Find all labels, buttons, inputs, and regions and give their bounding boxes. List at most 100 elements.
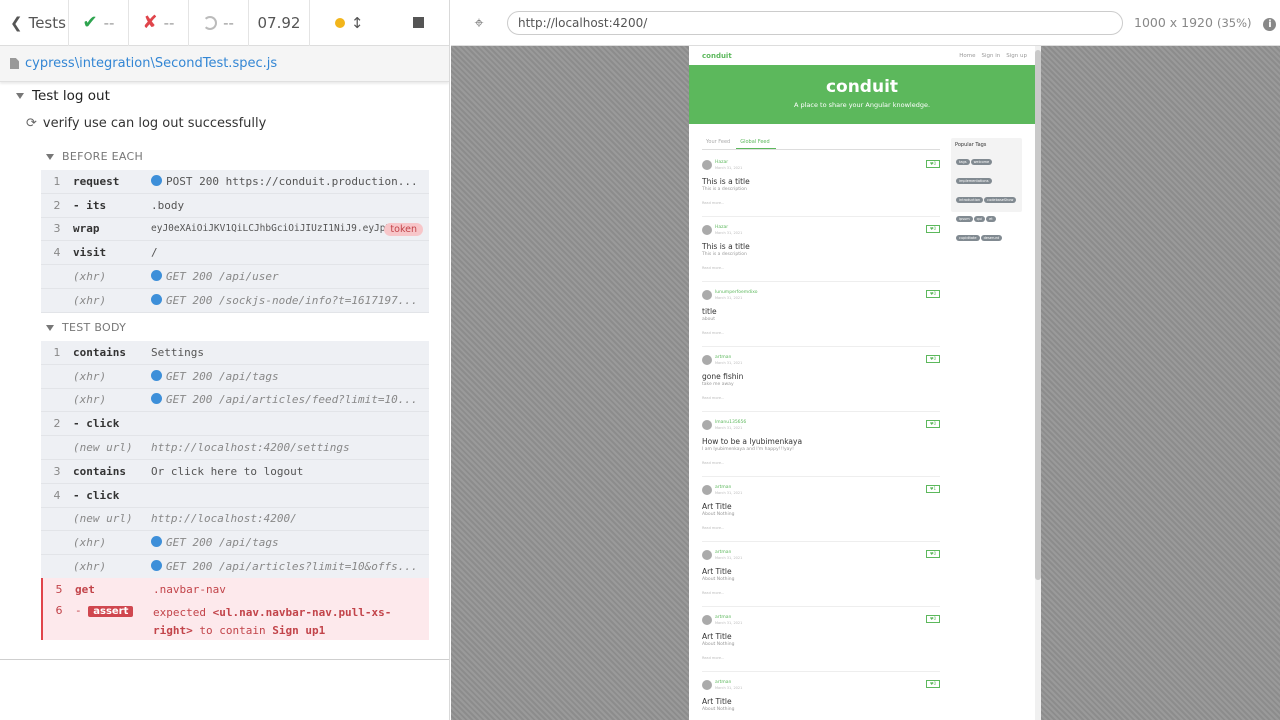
article-author[interactable]: artman bbox=[715, 615, 731, 620]
command-row[interactable]: (xhr) GET 200 /api/articles/feed?limit=10… bbox=[41, 389, 429, 413]
article-title[interactable]: Art Title bbox=[702, 632, 732, 641]
avatar[interactable] bbox=[702, 420, 712, 430]
like-button[interactable]: ♥0 bbox=[926, 420, 940, 428]
command-row[interactable]: (xhr) GET 200 /sockjs-node/info?t=1617197… bbox=[41, 289, 429, 313]
article-title[interactable]: Art Title bbox=[702, 697, 732, 706]
avatar[interactable] bbox=[702, 355, 712, 365]
conduit-nav-link[interactable]: Home bbox=[959, 53, 975, 59]
avatar[interactable] bbox=[702, 290, 712, 300]
file-icon bbox=[10, 58, 19, 69]
info-icon[interactable]: i bbox=[1263, 17, 1277, 31]
article-date: March 31, 2021 bbox=[715, 296, 743, 300]
article-title[interactable]: Art Title bbox=[702, 567, 732, 576]
tag-pill[interactable]: deserunt bbox=[980, 235, 1003, 241]
like-button[interactable]: ♥0 bbox=[926, 680, 940, 688]
tag-pill[interactable]: tags bbox=[956, 159, 970, 165]
command-row[interactable]: 1 request POST 200 https://conduit.product… bbox=[41, 170, 429, 194]
selector-playground-crosshair-icon[interactable]: ⌖ bbox=[451, 13, 507, 33]
command-row[interactable]: (new url) http://localhost:4200/ bbox=[41, 508, 429, 532]
command-row[interactable]: (xhr) GET 200 /api/tags bbox=[41, 365, 429, 389]
read-more-link[interactable]: Read more... bbox=[702, 591, 724, 595]
tab-global-feed[interactable]: Global Feed bbox=[736, 134, 776, 149]
article-preview: lmanu135656 March 31, 2021 ♥0 How to be a l… bbox=[702, 412, 940, 477]
article-author[interactable]: lmanu135656 bbox=[715, 420, 746, 425]
tag-pill[interactable]: welcome bbox=[970, 159, 993, 165]
avatar[interactable] bbox=[702, 160, 712, 170]
like-button[interactable]: ♥0 bbox=[926, 290, 940, 298]
command-row[interactable]: 1 contains Settings bbox=[41, 341, 429, 365]
article-title[interactable]: This is a title bbox=[702, 177, 750, 186]
conduit-brand[interactable]: conduit bbox=[702, 52, 732, 60]
spec-path-link[interactable]: cypress\integration\SecondTest.spec.js bbox=[25, 56, 277, 71]
hook-header-before-each[interactable]: BEFORE EACH bbox=[46, 150, 143, 163]
command-row[interactable]: (xhr) GET 200 /api/articles?limit=10&offs… bbox=[41, 555, 429, 579]
command-number: 6 bbox=[55, 603, 63, 617]
read-more-link[interactable]: Read more... bbox=[702, 396, 724, 400]
like-button[interactable]: ♥0 bbox=[926, 550, 940, 558]
read-more-link[interactable]: Read more... bbox=[702, 656, 724, 660]
test-title[interactable]: ⟳ verify use can log out successfully bbox=[26, 116, 266, 131]
article-author[interactable]: artman bbox=[715, 355, 731, 360]
read-more-link[interactable]: Read more... bbox=[702, 461, 724, 465]
conduit-nav-link[interactable]: Sign up bbox=[1006, 53, 1027, 59]
article-title[interactable]: gone fishin bbox=[702, 372, 743, 381]
suite-title-text: Test log out bbox=[32, 88, 110, 104]
command-row[interactable]: 3 contains Or click here to logout bbox=[41, 460, 429, 484]
article-title[interactable]: Art Title bbox=[702, 502, 732, 511]
tag-pill[interactable]: introduction bbox=[956, 197, 984, 203]
tag-pill[interactable]: codebaseShow bbox=[984, 197, 1017, 203]
avatar[interactable] bbox=[702, 550, 712, 560]
conduit-nav-link[interactable]: Sign in bbox=[982, 53, 1001, 59]
tag-pill[interactable]: et bbox=[986, 216, 996, 222]
command-row[interactable]: 2 - its .body bbox=[41, 194, 429, 218]
like-button[interactable]: ♥0 bbox=[926, 160, 940, 168]
article-title[interactable]: This is a title bbox=[702, 242, 750, 251]
command-row[interactable]: 4 - click bbox=[41, 484, 429, 508]
tag-pill[interactable]: implementations bbox=[956, 178, 992, 184]
like-button[interactable]: ♥0 bbox=[926, 355, 940, 363]
command-row-get[interactable]: 5 get .navbar-nav bbox=[43, 578, 429, 602]
command-row[interactable]: (new url) http://localhost:4200/settings bbox=[41, 436, 429, 460]
like-button[interactable]: ♥0 bbox=[926, 225, 940, 233]
chevron-left-icon: ❮ bbox=[10, 13, 23, 32]
article-author[interactable]: artman bbox=[715, 680, 731, 685]
avatar[interactable] bbox=[702, 485, 712, 495]
article-title[interactable]: How to be a lyubimenkaya bbox=[702, 437, 802, 446]
command-row[interactable]: 2 - click bbox=[41, 412, 429, 437]
article-author[interactable]: lunumperfoemdixo bbox=[715, 290, 758, 295]
command-message: Or click here to logout bbox=[151, 465, 429, 478]
auto-scroll-toggle[interactable]: ↕ bbox=[334, 14, 363, 32]
tests-button[interactable]: ❮ Tests bbox=[0, 0, 69, 46]
scrollbar-thumb[interactable] bbox=[1035, 50, 1041, 580]
suite-title[interactable]: Test log out bbox=[16, 88, 110, 104]
command-row[interactable]: 3 wrap eyJ0eXAiOiJKV1QiLCJhbGciOiJIUzI1NiJ… bbox=[41, 218, 429, 242]
tag-pill[interactable]: ipsum bbox=[956, 216, 973, 222]
article-author[interactable]: artman bbox=[715, 485, 731, 490]
tab-your-feed[interactable]: Your Feed bbox=[702, 134, 736, 149]
article-author[interactable]: Hazar bbox=[715, 225, 728, 230]
command-row-assert[interactable]: 6 - assert expected <ul.nav.navbar-nav.p… bbox=[43, 602, 429, 646]
popular-tags-sidebar: Popular Tags tags welcomeimplementationsi… bbox=[951, 138, 1022, 241]
article-author[interactable]: Hazar bbox=[715, 160, 728, 165]
read-more-link[interactable]: Read more... bbox=[702, 201, 724, 205]
command-row[interactable]: 4 visit / bbox=[41, 241, 429, 266]
read-more-link[interactable]: Read more... bbox=[702, 526, 724, 530]
like-button[interactable]: ♥0 bbox=[926, 615, 940, 623]
tag-pill[interactable]: cupiditate bbox=[956, 235, 980, 241]
tag-pill[interactable]: qui bbox=[973, 216, 986, 222]
read-more-link[interactable]: Read more... bbox=[702, 266, 724, 270]
aut-iframe[interactable]: conduit Home Sign in Sign up conduit A pla… bbox=[689, 46, 1041, 720]
article-title[interactable]: title bbox=[702, 307, 717, 316]
url-bar[interactable]: http://localhost:4200/ bbox=[507, 10, 1123, 35]
like-button[interactable]: ♥1 bbox=[926, 485, 940, 493]
hook-header-test-body[interactable]: TEST BODY bbox=[46, 321, 126, 334]
command-row[interactable]: (xhr) GET 200 /api/tags bbox=[41, 531, 429, 556]
article-author[interactable]: artman bbox=[715, 550, 731, 555]
avatar[interactable] bbox=[702, 615, 712, 625]
command-row[interactable]: (xhr) GET 200 /api/user bbox=[41, 265, 429, 289]
stop-icon[interactable] bbox=[413, 17, 425, 28]
avatar[interactable] bbox=[702, 225, 712, 235]
avatar[interactable] bbox=[702, 680, 712, 690]
read-more-link[interactable]: Read more... bbox=[702, 331, 724, 335]
scrollbar-track[interactable] bbox=[1035, 46, 1041, 720]
